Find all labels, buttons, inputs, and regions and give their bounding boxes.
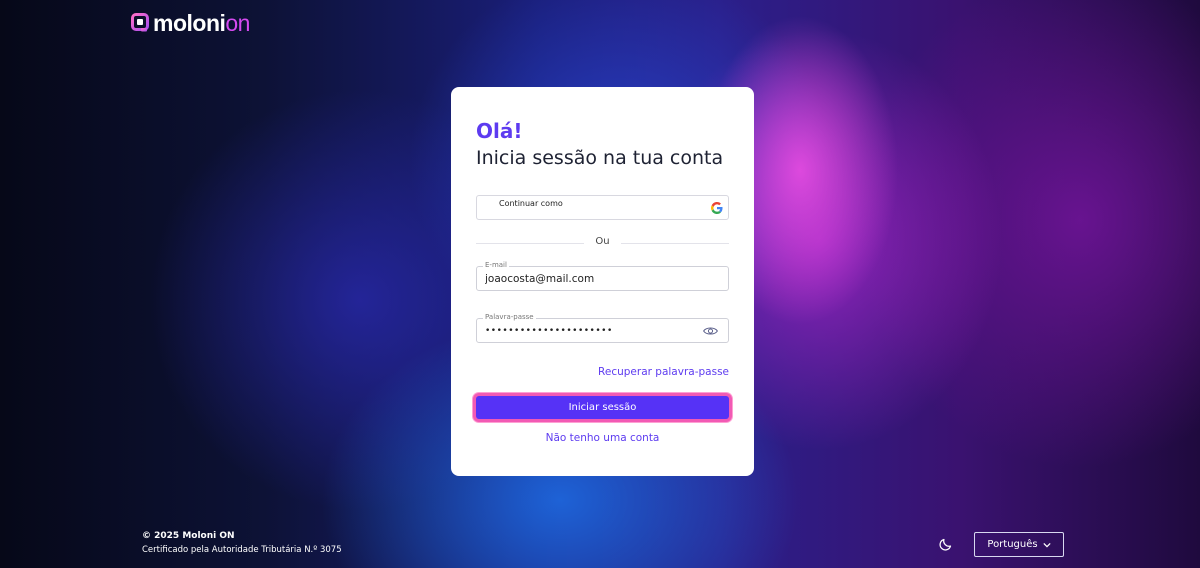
chevron-down-icon [1042, 542, 1051, 547]
email-field[interactable]: E-mail [476, 261, 729, 291]
google-signin-label: Continuar como [499, 199, 563, 208]
page-title: Inicia sessão na tua conta [476, 147, 724, 169]
greeting: Olá! [476, 119, 523, 143]
divider-line-right [621, 243, 729, 244]
eye-icon[interactable] [703, 325, 718, 337]
google-icon [711, 202, 723, 214]
certification-text: Certificado pela Autoridade Tributária N… [142, 545, 342, 555]
or-divider: Ou [476, 236, 729, 250]
password-label: Palavra-passe [483, 313, 536, 321]
google-signin-button[interactable]: Continuar como [476, 195, 729, 220]
password-field[interactable]: Palavra-passe [476, 313, 729, 343]
login-card: Olá! Inicia sessão na tua conta Continua… [451, 87, 754, 476]
logo-wordmark: molonion [153, 9, 250, 36]
password-input[interactable] [485, 324, 695, 338]
language-selector[interactable]: Português [974, 532, 1064, 557]
email-input[interactable] [485, 272, 695, 286]
login-button[interactable]: Iniciar sessão [476, 396, 729, 419]
footer: © 2025 Moloni ON Certificado pela Autori… [142, 531, 342, 555]
email-label: E-mail [483, 261, 509, 269]
moloni-logo[interactable]: molonion [131, 10, 250, 36]
recover-password-link[interactable]: Recuperar palavra-passe [598, 366, 729, 378]
language-label: Português [987, 539, 1038, 550]
copyright-text: © 2025 Moloni ON [142, 531, 235, 541]
moon-icon[interactable] [938, 537, 953, 552]
moloni-logo-icon [131, 13, 149, 32]
divider-text: Ou [595, 236, 610, 247]
register-link[interactable]: Não tenho uma conta [451, 432, 754, 444]
